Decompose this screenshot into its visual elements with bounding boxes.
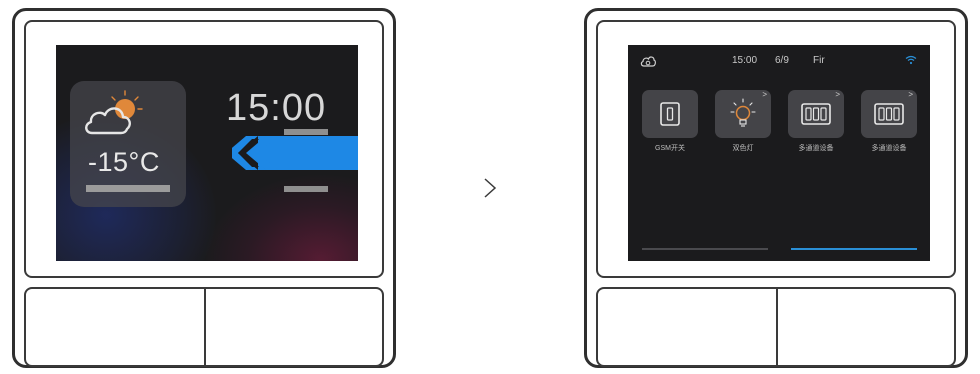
weather-card[interactable]: -15°C (70, 81, 186, 207)
clock-text: 15:00 (226, 87, 327, 129)
screen-bezel: 15:00 6/9 Fir GSM开关 > 双色灯 > 多通道设备 > 多通道设… (596, 20, 956, 278)
home-display[interactable]: -15°C 15:00 (56, 45, 358, 261)
switch-panel-home: -15°C 15:00 (12, 8, 396, 368)
device-label: 多通道设备 (871, 145, 907, 152)
chevron-right-icon (484, 178, 497, 198)
device-label: 多通道设备 (798, 145, 834, 152)
cloud-icon (640, 56, 656, 67)
device-tile-gsm-switch[interactable] (642, 90, 698, 138)
swipe-hint-bar[interactable] (232, 136, 358, 170)
screen-bezel: -15°C 15:00 (24, 20, 384, 278)
device-label: 双色灯 (732, 145, 754, 152)
device-tile-multi-channel-2[interactable]: > (861, 90, 917, 138)
background-glow-red (206, 175, 358, 261)
page-indicator-1[interactable] (642, 248, 768, 250)
product-illustration: -15°C 15:00 15:00 6/9 Fir GSM开关 > 双色灯 > … (0, 0, 980, 374)
switch-panel-devices: 15:00 6/9 Fir GSM开关 > 双色灯 > 多通道设备 > 多通道设… (584, 8, 968, 368)
touch-key-right[interactable] (204, 287, 384, 367)
touch-key-left[interactable] (596, 287, 778, 367)
chevron-right-icon: > (762, 90, 767, 99)
devices-display[interactable]: 15:00 6/9 Fir GSM开关 > 双色灯 > 多通道设备 > 多通道设… (628, 45, 930, 261)
wifi-icon (905, 55, 917, 65)
cloud-sun-icon (85, 90, 143, 135)
touch-key-right[interactable] (776, 287, 956, 367)
status-time: 15:00 (732, 55, 758, 66)
touch-key-left[interactable] (24, 287, 206, 367)
status-bar: 15:00 6/9 Fir (628, 45, 930, 75)
date-placeholder-line (284, 129, 328, 135)
device-label: GSM开关 (655, 145, 685, 152)
weather-placeholder-line (86, 185, 170, 192)
device-tile-multi-channel-1[interactable]: > (788, 90, 844, 138)
status-date: 6/9 (775, 55, 789, 66)
info-placeholder-line (284, 186, 328, 192)
page-indicator-2[interactable] (791, 248, 917, 250)
chevron-right-icon: > (908, 90, 913, 99)
temperature-text: -15°C (88, 147, 160, 177)
switch-icon (660, 102, 680, 126)
device-tile-dual-color-light[interactable]: > (715, 90, 771, 138)
status-day: Fir (813, 55, 825, 66)
chevron-right-icon: > (835, 90, 840, 99)
